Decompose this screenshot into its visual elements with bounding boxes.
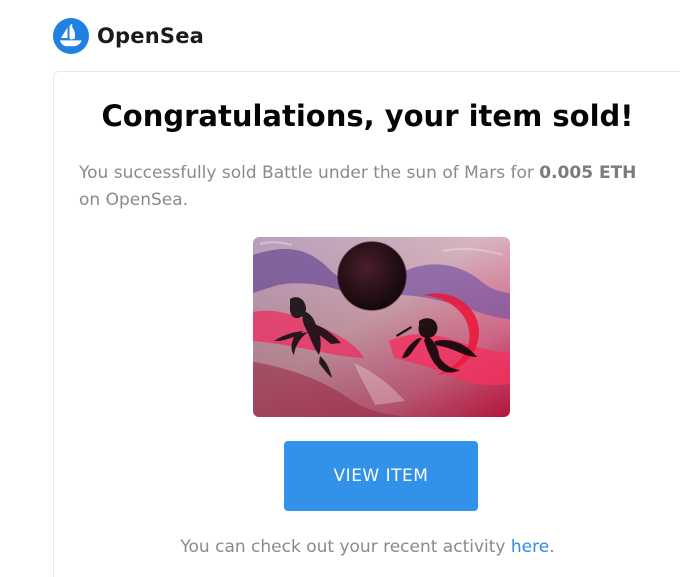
sale-price: 0.005 ETH (539, 163, 637, 183)
email-page: OpenSea Congratulations, your item sold!… (0, 0, 680, 577)
email-card: Congratulations, your item sold! You suc… (53, 71, 680, 577)
recent-activity-suffix: . (549, 537, 555, 557)
view-item-button[interactable]: VIEW ITEM (284, 441, 478, 511)
recent-activity-link[interactable]: here (511, 537, 549, 557)
recent-activity-text: You can check out your recent activity h… (54, 537, 680, 557)
nft-item-image[interactable] (253, 237, 510, 417)
email-header: OpenSea (53, 18, 204, 54)
opensea-logo-icon (53, 18, 89, 54)
recent-activity-prefix: You can check out your recent activity (180, 537, 511, 557)
brand-name: OpenSea (97, 24, 205, 48)
sale-message: You successfully sold Battle under the s… (79, 160, 649, 214)
sale-message-suffix: on OpenSea. (79, 190, 189, 210)
sale-message-prefix: You successfully sold Battle under the s… (79, 163, 540, 183)
email-title: Congratulations, your item sold! (101, 99, 634, 133)
